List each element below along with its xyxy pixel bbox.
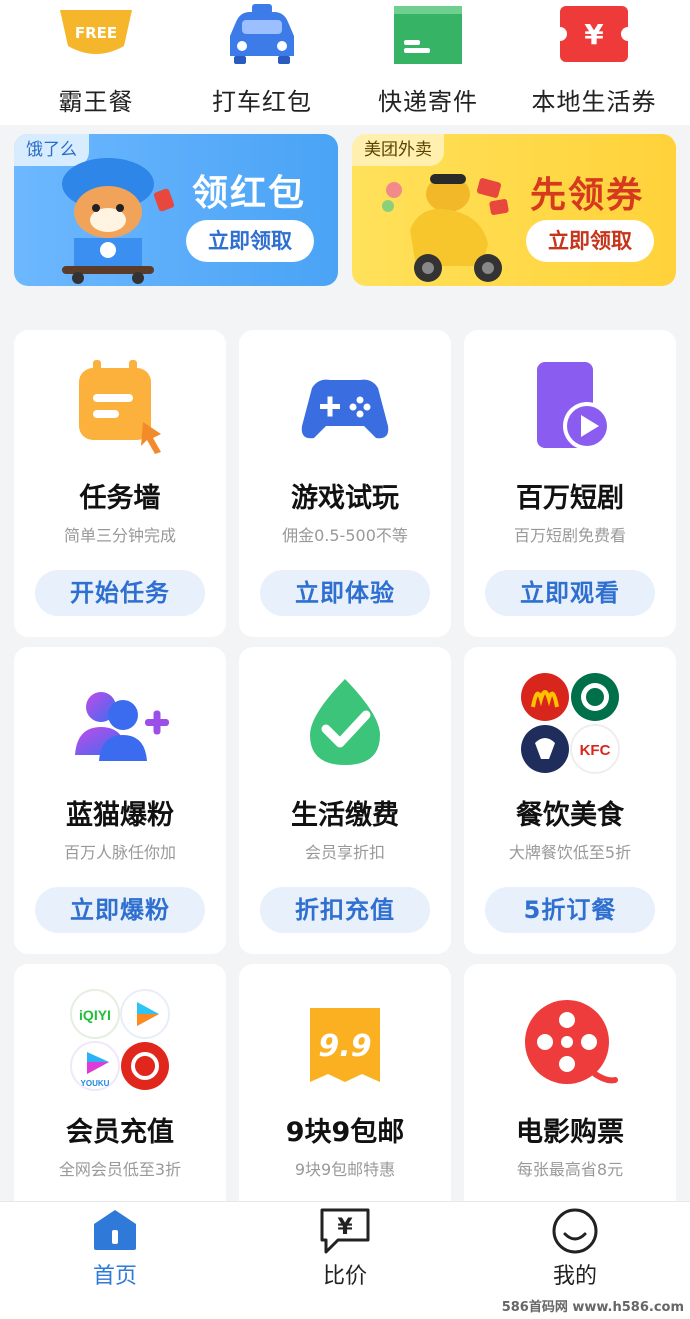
package-icon [394, 6, 462, 64]
eleme-banner[interactable]: 饿了么 领红包 立即领取 [14, 134, 338, 286]
taxi-icon [230, 4, 294, 64]
meituan-banner[interactable]: 美团外卖 先领券 立即领取 [352, 134, 676, 286]
watermark: 586首码网 www.h586.com [501, 1300, 684, 1315]
quick-link-taxi[interactable]: 打车红包 [176, 0, 348, 125]
card-title: 餐饮美食 [516, 800, 624, 831]
youku-logo-text: YOUKU [81, 1079, 110, 1088]
bottom-tab-bar: 首页 ¥ 比价 我的 586首码网 www.h586.com [0, 1201, 690, 1319]
add-people-icon [75, 692, 169, 761]
card-subtitle: 大牌餐饮低至5折 [508, 843, 632, 862]
quick-links-bar: FREE 霸王餐 打车红包 快递寄件 ¥ 本地生活券 [0, 0, 690, 125]
discount-recharge-button[interactable]: 折扣充值 [260, 887, 430, 933]
task-board-icon [79, 360, 161, 454]
start-task-button[interactable]: 开始任务 [35, 570, 205, 616]
short-drama-card[interactable]: 百万短剧 百万短剧免费看 立即观看 [464, 330, 676, 637]
fans-card[interactable]: 蓝猫爆粉 百万人脉任你加 立即爆粉 [14, 647, 226, 954]
card-subtitle: 百万人脉任你加 [63, 843, 176, 862]
tab-compare[interactable]: ¥ 比价 [230, 1202, 460, 1302]
free-meal-icon: FREE [60, 10, 132, 54]
eleme-banner-title: 领红包 [192, 173, 307, 214]
card-subtitle: 佣金0.5-500不等 [282, 526, 408, 545]
card-title: 9块9包邮 [285, 1117, 405, 1148]
free-badge-text: FREE [75, 24, 117, 42]
tab-label: 比价 [322, 1264, 367, 1289]
card-subtitle: 全网会员低至3折 [58, 1160, 182, 1179]
tab-home[interactable]: 首页 [0, 1202, 230, 1302]
price-compare-icon: ¥ [320, 1208, 370, 1254]
eleme-claim-button[interactable]: 立即领取 [186, 220, 314, 262]
boost-fans-button[interactable]: 立即爆粉 [35, 887, 205, 933]
video-vip-brands-icon: iQIYI YOUKU [70, 989, 170, 1091]
tab-label: 首页 [92, 1264, 137, 1289]
app-screen: { "quick_links": [ {"label": "霸王餐", "bad… [0, 0, 690, 1319]
tab-profile[interactable]: 我的 [460, 1202, 690, 1302]
mascot-kangaroo-icon [382, 174, 509, 282]
card-title: 游戏试玩 [291, 483, 399, 514]
task-wall-card[interactable]: 任务墙 简单三分钟完成 开始任务 [14, 330, 226, 637]
try-game-button[interactable]: 立即体验 [260, 570, 430, 616]
quick-link-coupon[interactable]: ¥ 本地生活券 [508, 0, 680, 125]
restaurant-brands-icon: KFC [521, 673, 620, 774]
home-icon [94, 1210, 136, 1250]
play-phone-icon [537, 362, 611, 450]
iqiyi-logo-text: iQIYI [79, 1007, 111, 1023]
card-title: 任务墙 [79, 483, 161, 514]
card-title: 百万短剧 [516, 483, 624, 514]
quick-link-free-meal[interactable]: FREE 霸王餐 [10, 0, 182, 125]
meituan-claim-button[interactable]: 立即领取 [526, 220, 654, 262]
food-card[interactable]: KFC 餐饮美食 大牌餐饮低至5折 5折订餐 [464, 647, 676, 954]
quick-link-label: 快递寄件 [378, 88, 478, 116]
game-trial-card[interactable]: 游戏试玩 佣金0.5-500不等 立即体验 [239, 330, 451, 637]
meituan-banner-title: 先领券 [530, 175, 645, 216]
quick-link-label: 霸王餐 [58, 88, 134, 116]
gamepad-icon [301, 379, 389, 439]
order-food-button[interactable]: 5折订餐 [485, 887, 655, 933]
coupon-icon: ¥ [554, 6, 634, 62]
card-subtitle: 9块9包邮特惠 [294, 1160, 396, 1179]
utility-bill-card[interactable]: 生活缴费 会员享折扣 折扣充值 [239, 647, 451, 954]
profile-smile-icon [552, 1208, 598, 1254]
card-title: 会员充值 [66, 1117, 174, 1148]
card-subtitle: 简单三分钟完成 [63, 526, 176, 545]
card-title: 生活缴费 [291, 800, 399, 831]
card-subtitle: 每张最高省8元 [516, 1160, 624, 1179]
water-drop-check-icon [310, 679, 380, 765]
film-reel-icon [525, 1000, 618, 1084]
quick-link-label: 本地生活券 [531, 88, 657, 116]
card-subtitle: 百万短剧免费看 [513, 526, 626, 545]
tab-label: 我的 [552, 1264, 597, 1289]
coupon-yen-text: ¥ [584, 18, 604, 51]
card-title: 蓝猫爆粉 [66, 800, 174, 831]
quick-link-express[interactable]: 快递寄件 [342, 0, 514, 125]
nine-nine-icon: 9.9 [310, 1008, 380, 1082]
card-subtitle: 会员享折扣 [304, 843, 385, 862]
quick-link-label: 打车红包 [212, 88, 312, 116]
kfc-logo-text: KFC [580, 742, 611, 759]
card-title: 电影购票 [516, 1117, 624, 1148]
mascot-dog-icon [62, 158, 175, 284]
watch-drama-button[interactable]: 立即观看 [485, 570, 655, 616]
compare-yen-text: ¥ [337, 1215, 353, 1240]
nine-nine-badge-text: 9.9 [318, 1029, 371, 1064]
